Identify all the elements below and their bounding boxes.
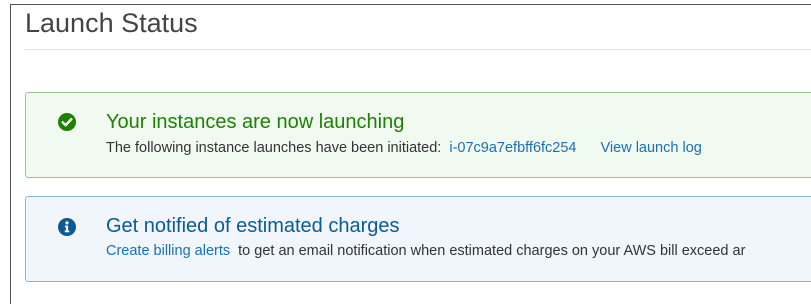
- billing-info-alert: Get notified of estimated charges Create…: [25, 196, 811, 282]
- view-launch-log-link[interactable]: View launch log: [601, 140, 702, 156]
- check-circle-icon: [58, 113, 76, 131]
- launch-success-heading: Your instances are now launching: [106, 111, 405, 133]
- billing-info-message: Create billing alerts to get an email no…: [106, 242, 745, 260]
- instance-id-link[interactable]: i-07c9a7efbff6fc254: [449, 140, 576, 156]
- page-title: Launch Status: [25, 8, 198, 38]
- launch-success-alert: Your instances are now launching The fol…: [25, 92, 811, 178]
- launch-success-message: The following instance launches have bee…: [106, 139, 702, 157]
- billing-info-heading: Get notified of estimated charges: [106, 215, 400, 237]
- title-divider: [25, 49, 811, 50]
- billing-info-text: to get an email notification when estima…: [238, 243, 746, 259]
- launch-initiated-text: The following instance launches have bee…: [106, 140, 442, 156]
- info-circle-icon: [58, 218, 76, 236]
- create-billing-alerts-link[interactable]: Create billing alerts: [106, 243, 230, 259]
